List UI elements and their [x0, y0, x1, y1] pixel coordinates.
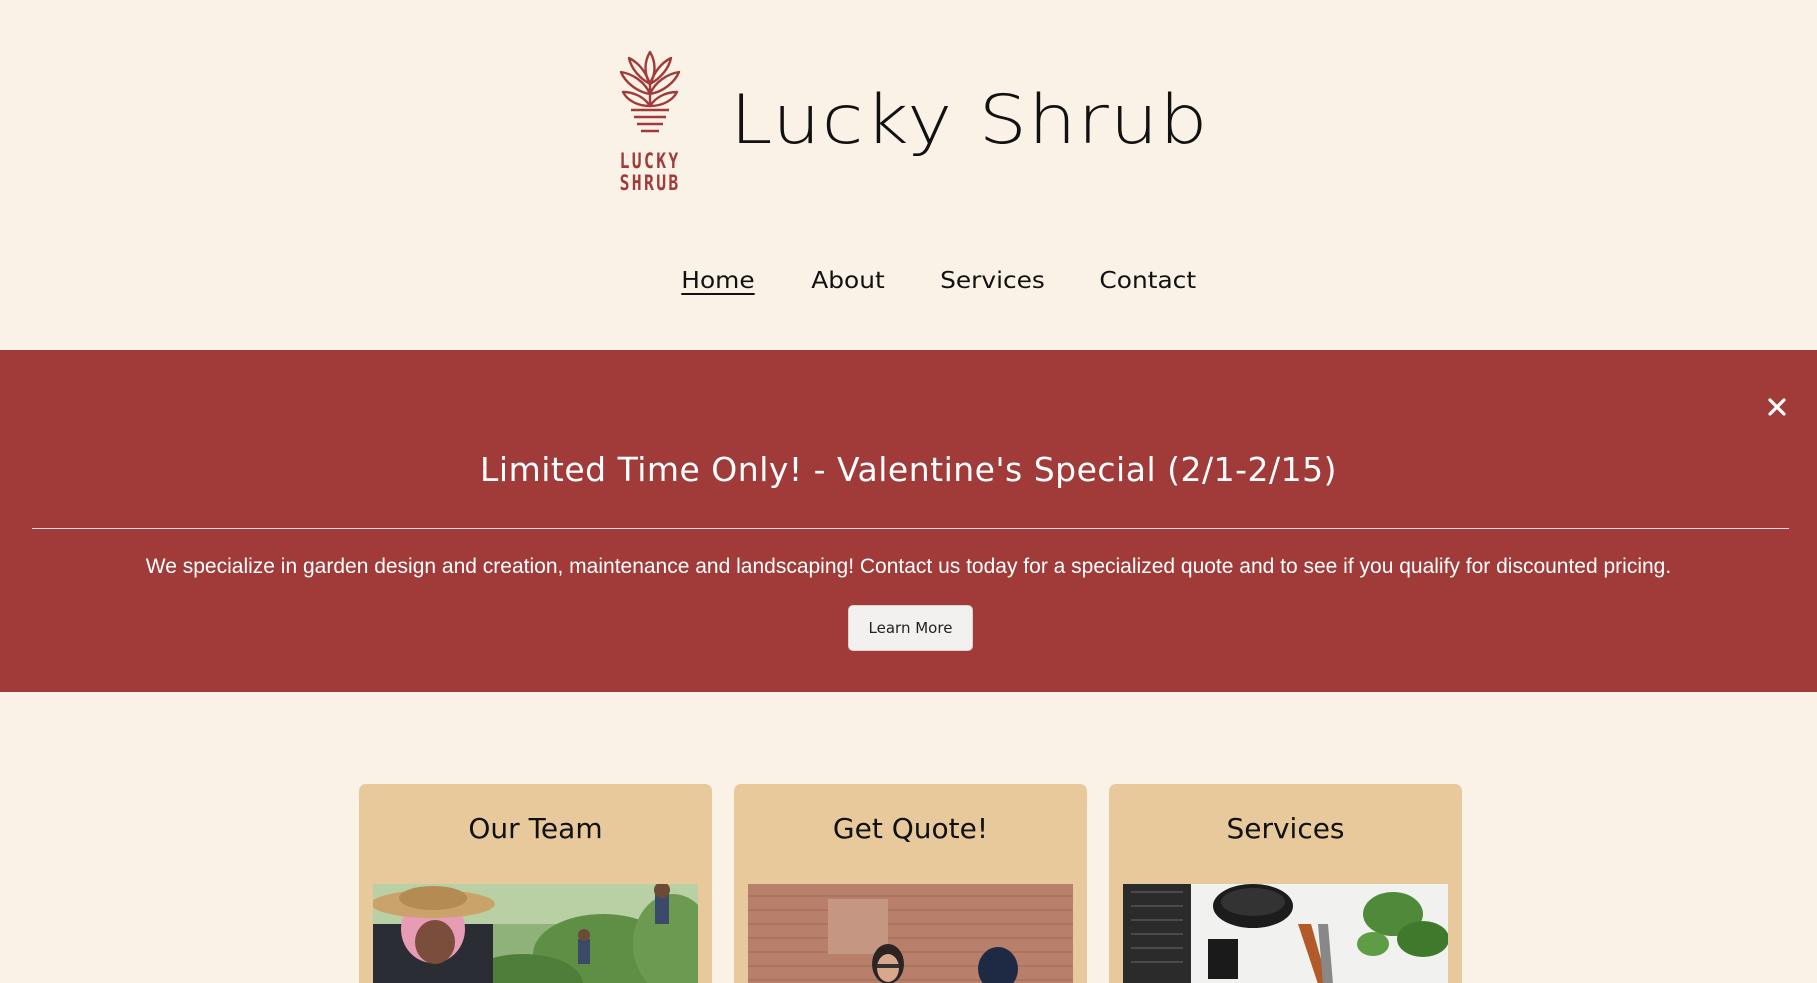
main-nav: Home About Services Contact	[0, 268, 1817, 294]
promo-divider	[32, 528, 1789, 529]
site-title[interactable]: Lucky Shrub	[730, 81, 1209, 160]
shrub-logo-icon	[617, 48, 683, 148]
card-services[interactable]: Services	[1109, 784, 1462, 983]
nav-item-about[interactable]: About	[811, 268, 884, 294]
card-title[interactable]: Get Quote!	[734, 812, 1087, 845]
promo-title: Limited Time Only! - Valentine's Special…	[480, 450, 1337, 489]
nav-list: Home About Services Contact	[653, 268, 1223, 294]
promo-text: We specialize in garden design and creat…	[145, 555, 1672, 578]
feature-cards: Our Team Get Quote! Services	[359, 784, 1462, 983]
logo[interactable]: LUCKY SHRUB	[612, 48, 688, 194]
card-title[interactable]: Our Team	[359, 812, 712, 845]
close-icon[interactable]	[1762, 392, 1792, 422]
card-title[interactable]: Services	[1109, 812, 1462, 845]
promo-banner: Limited Time Only! - Valentine's Special…	[0, 350, 1817, 692]
learn-more-button[interactable]: Learn More	[848, 605, 973, 651]
nav-item-services[interactable]: Services	[940, 268, 1045, 294]
logo-word-top: LUCKY	[619, 149, 681, 173]
nav-item-home[interactable]: Home	[682, 268, 755, 294]
site-header: LUCKY SHRUB Lucky Shrub Home About Servi…	[0, 0, 1817, 350]
logo-wordmark: LUCKY SHRUB	[619, 150, 680, 194]
brand[interactable]: LUCKY SHRUB Lucky Shrub	[612, 48, 1208, 194]
garden-tools-photo[interactable]	[1123, 884, 1448, 983]
card-our-team[interactable]: Our Team	[359, 784, 712, 983]
consultation-photo[interactable]	[748, 884, 1073, 983]
card-get-quote[interactable]: Get Quote!	[734, 784, 1087, 983]
logo-word-bottom: SHRUB	[619, 171, 681, 195]
nav-item-contact[interactable]: Contact	[1100, 268, 1197, 294]
gardener-photo[interactable]	[373, 884, 698, 983]
